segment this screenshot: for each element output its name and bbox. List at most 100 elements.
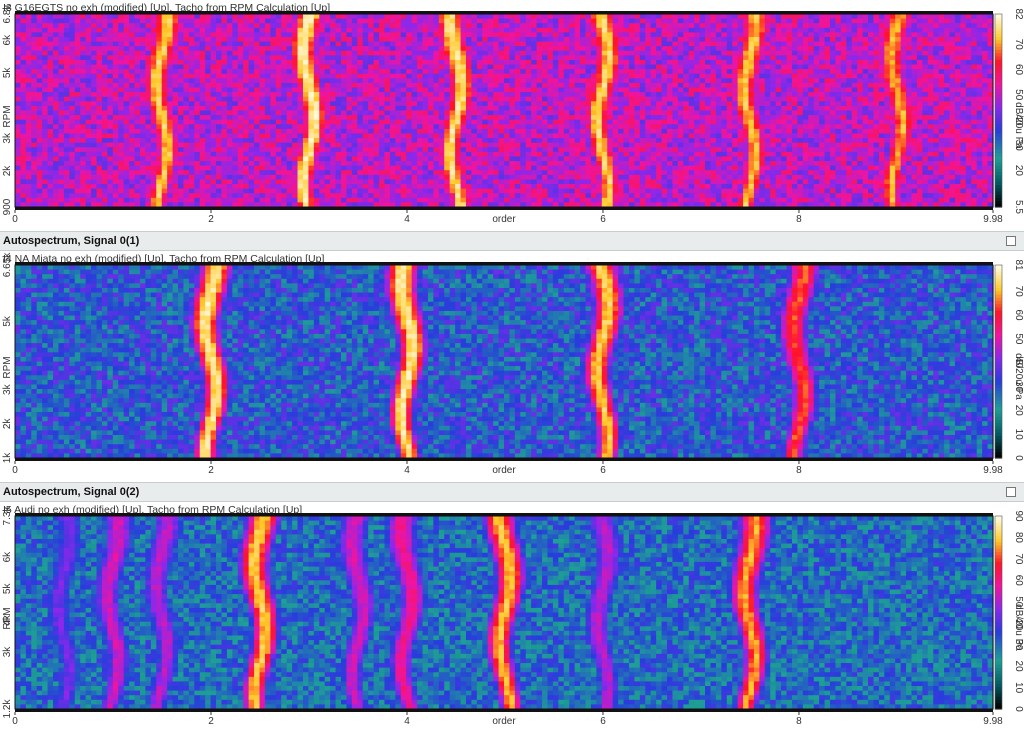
heatmap-cell bbox=[351, 46, 358, 52]
heatmap-cell bbox=[824, 14, 831, 20]
heatmap-cell bbox=[895, 115, 902, 121]
heatmap-cell bbox=[509, 14, 516, 20]
heatmap-cell bbox=[384, 46, 391, 52]
heatmap-cell bbox=[42, 36, 49, 43]
heatmap-cell bbox=[846, 55, 853, 61]
heatmap-cell bbox=[558, 46, 565, 52]
heatmap-cell bbox=[427, 50, 434, 56]
heatmap-cell bbox=[634, 105, 641, 112]
heatmap-cell bbox=[188, 92, 195, 98]
heatmap-cell bbox=[748, 55, 755, 61]
heatmap-cell bbox=[775, 50, 782, 56]
heatmap-cell bbox=[840, 87, 847, 93]
heatmap-cell bbox=[313, 23, 320, 29]
heatmap-cell bbox=[449, 64, 456, 70]
heatmap-cell bbox=[47, 32, 54, 38]
heatmap-cell bbox=[362, 119, 369, 125]
heatmap-cell bbox=[455, 138, 462, 144]
heatmap-cell bbox=[330, 32, 337, 38]
heatmap-cell bbox=[368, 110, 375, 116]
heatmap-cell bbox=[20, 46, 27, 52]
heatmap-cell bbox=[91, 138, 98, 144]
heatmap-cell bbox=[101, 110, 108, 116]
heatmap-cell bbox=[677, 59, 684, 66]
heatmap-cell bbox=[455, 128, 462, 135]
heatmap-cell bbox=[319, 32, 326, 38]
heatmap-cell bbox=[927, 128, 934, 135]
heatmap-cell bbox=[449, 82, 456, 89]
heatmap-cell bbox=[791, 46, 798, 52]
heatmap-cell bbox=[286, 92, 293, 98]
heatmap-cell bbox=[178, 101, 185, 107]
heatmap-cell bbox=[835, 23, 842, 29]
heatmap-cell bbox=[335, 105, 342, 112]
heatmap-cell bbox=[580, 101, 587, 107]
heatmap-cell bbox=[911, 73, 918, 79]
heatmap-cell bbox=[672, 92, 679, 98]
heatmap-cell bbox=[840, 36, 847, 43]
heatmap-cell bbox=[520, 32, 527, 38]
heatmap-cell bbox=[498, 138, 505, 144]
heatmap-cell bbox=[683, 101, 690, 107]
heatmap-cell bbox=[243, 36, 250, 43]
heatmap-cell bbox=[699, 124, 706, 130]
heatmap-cell bbox=[264, 18, 271, 24]
heatmap-cell bbox=[667, 27, 674, 33]
heatmap-cell bbox=[667, 110, 674, 116]
heatmap-cell bbox=[911, 55, 918, 61]
heatmap-cell bbox=[254, 27, 261, 33]
heatmap-cell bbox=[542, 96, 549, 102]
heatmap-cell bbox=[873, 124, 880, 130]
heatmap-cell bbox=[129, 55, 136, 61]
heatmap-cell bbox=[493, 110, 500, 116]
heatmap-cell bbox=[145, 138, 152, 144]
heatmap-cell bbox=[650, 82, 657, 89]
heatmap-cell bbox=[737, 64, 744, 70]
heatmap-cell bbox=[840, 115, 847, 121]
heatmap-cell bbox=[922, 101, 929, 107]
heatmap-cell bbox=[775, 128, 782, 135]
heatmap-cell bbox=[607, 18, 614, 24]
heatmap-cell bbox=[259, 69, 266, 75]
heatmap-cell bbox=[857, 50, 864, 56]
heatmap-cell bbox=[868, 50, 875, 56]
heatmap-cell bbox=[362, 55, 369, 61]
heatmap-cell bbox=[389, 50, 396, 56]
heatmap-cell bbox=[944, 32, 951, 38]
heatmap-cell bbox=[47, 41, 54, 47]
heatmap-cell bbox=[368, 69, 375, 75]
heatmap-cell bbox=[395, 55, 402, 61]
heatmap-cell bbox=[743, 119, 750, 125]
heatmap-cell bbox=[69, 46, 76, 52]
heatmap-cell bbox=[916, 96, 923, 102]
heatmap-cell bbox=[563, 119, 570, 125]
heatmap-cell bbox=[330, 87, 337, 93]
heatmap-cell bbox=[656, 41, 663, 47]
heatmap-cell bbox=[884, 115, 891, 121]
heatmap-cell bbox=[732, 82, 739, 89]
heatmap-cell bbox=[308, 92, 315, 98]
heatmap-cell bbox=[216, 73, 223, 79]
heatmap-cell bbox=[493, 82, 500, 89]
heatmap-cell bbox=[465, 50, 472, 56]
heatmap-cell bbox=[509, 36, 516, 43]
heatmap-cell bbox=[775, 119, 782, 125]
heatmap-cell bbox=[275, 14, 282, 20]
heatmap-cell bbox=[705, 36, 712, 43]
heatmap-cell bbox=[982, 115, 989, 121]
heatmap-cell bbox=[840, 69, 847, 75]
heatmap-cell bbox=[569, 69, 576, 75]
heatmap-cell bbox=[569, 32, 576, 38]
heatmap-cell bbox=[694, 69, 701, 75]
heatmap-cell bbox=[379, 41, 386, 47]
heatmap-cell bbox=[449, 50, 456, 56]
heatmap-cell bbox=[667, 55, 674, 61]
heatmap-cell bbox=[737, 18, 744, 24]
heatmap-cell bbox=[775, 14, 782, 20]
heatmap-cell bbox=[63, 115, 70, 121]
heatmap-cell bbox=[851, 14, 858, 20]
heatmap-cell bbox=[63, 110, 70, 116]
heatmap-cell bbox=[346, 14, 353, 20]
heatmap-cell bbox=[672, 59, 679, 66]
heatmap-cell bbox=[846, 115, 853, 121]
